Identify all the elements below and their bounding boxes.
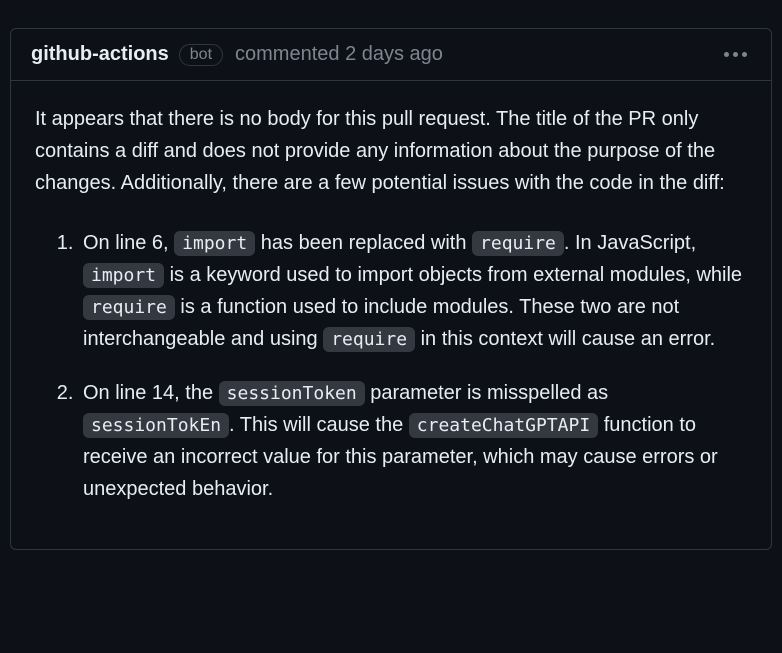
comment-header-meta: github-actions bot commented 2 days ago	[31, 43, 443, 66]
comment-action-text: commented	[235, 43, 340, 65]
comment-intro: It appears that there is no body for thi…	[35, 103, 747, 199]
list-item: On line 6, import has been replaced with…	[79, 227, 747, 355]
comment-body: It appears that there is no body for thi…	[11, 81, 771, 549]
text: On line 14, the	[83, 382, 219, 404]
text: has been replaced with	[255, 232, 472, 254]
text: is a keyword used to import objects from…	[164, 264, 742, 286]
code-inline: sessionToken	[219, 381, 365, 406]
code-inline: sessionTokEn	[83, 413, 229, 438]
kebab-menu-icon[interactable]	[720, 48, 751, 61]
text: in this context will cause an error.	[415, 328, 715, 350]
list-item: On line 14, the sessionToken parameter i…	[79, 377, 747, 505]
comment-action: commented 2 days ago	[235, 43, 443, 66]
text: On line 6,	[83, 232, 174, 254]
code-inline: createChatGPTAPI	[409, 413, 598, 438]
code-inline: import	[83, 263, 164, 288]
issue-list: On line 6, import has been replaced with…	[35, 227, 747, 505]
code-inline: require	[323, 327, 415, 352]
bot-badge: bot	[179, 44, 223, 66]
text: . This will cause the	[229, 414, 409, 436]
text: parameter is misspelled as	[365, 382, 608, 404]
code-inline: import	[174, 231, 255, 256]
comment-header: github-actions bot commented 2 days ago	[11, 29, 771, 81]
comment-author[interactable]: github-actions	[31, 43, 169, 66]
text: . In JavaScript,	[564, 232, 696, 254]
comment-container: github-actions bot commented 2 days ago …	[10, 28, 772, 550]
code-inline: require	[472, 231, 564, 256]
code-inline: require	[83, 295, 175, 320]
comment-time[interactable]: 2 days ago	[345, 43, 443, 65]
